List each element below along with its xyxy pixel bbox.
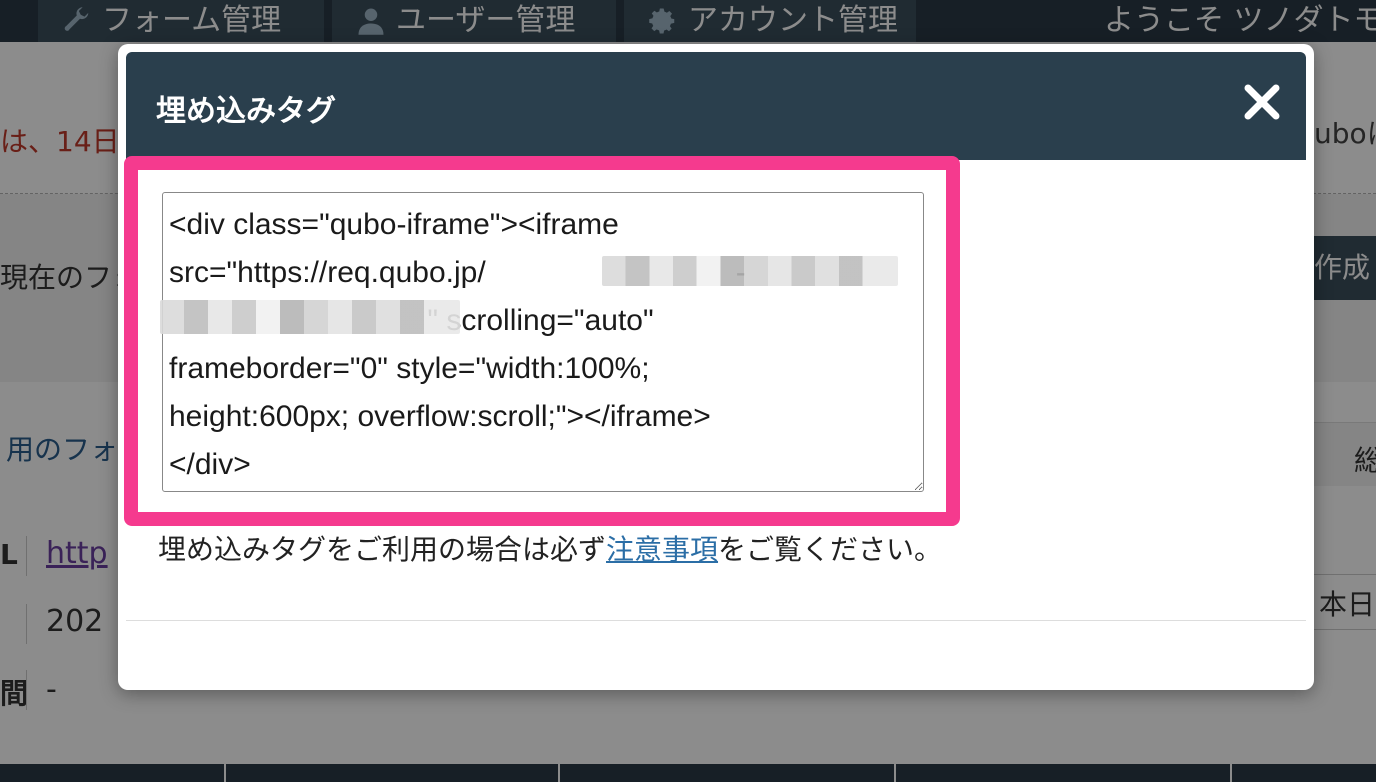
embed-code-highlight: <div class="qubo-iframe"><iframe src="ht…	[124, 156, 960, 526]
notice-prefix: 埋め込みタグをご利用の場合は必ず	[158, 533, 607, 566]
redacted-url-part	[160, 300, 460, 334]
embed-code-textarea[interactable]: <div class="qubo-iframe"><iframe src="ht…	[162, 192, 924, 492]
modal-footer-divider	[126, 620, 1306, 621]
caution-link[interactable]: 注意事項	[606, 533, 718, 566]
notice-suffix: をご覧ください。	[718, 533, 943, 566]
close-button[interactable]	[1242, 82, 1282, 122]
embed-notice: 埋め込みタグをご利用の場合は必ず注意事項をご覧ください。	[158, 528, 942, 568]
modal-title: 埋め込みタグ	[156, 94, 336, 129]
modal-header: 埋め込みタグ	[126, 52, 1306, 160]
embed-tag-modal: 埋め込みタグ <div class="qubo-iframe"><iframe …	[118, 44, 1314, 690]
close-icon	[1244, 84, 1280, 120]
redacted-url-part	[602, 256, 898, 286]
